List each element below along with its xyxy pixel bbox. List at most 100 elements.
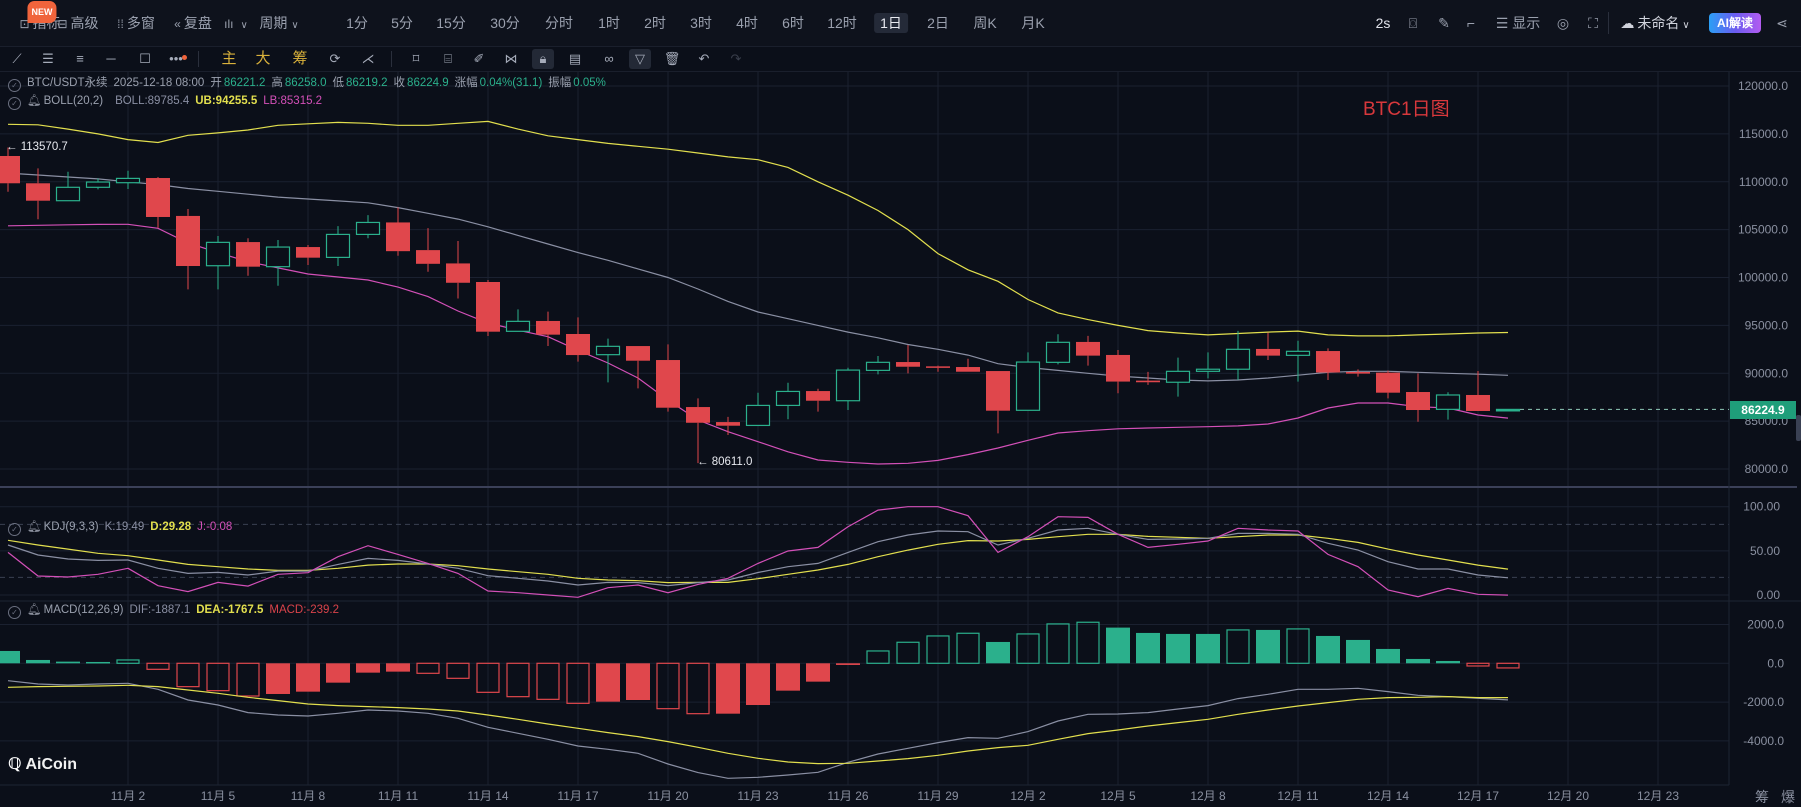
kdj-tick-label: 0.00 xyxy=(1757,588,1781,602)
candle[interactable] xyxy=(1256,332,1280,360)
candle[interactable] xyxy=(0,147,20,192)
candle-body xyxy=(1285,350,1311,356)
candle[interactable] xyxy=(1106,349,1130,394)
candle[interactable] xyxy=(1195,352,1221,379)
last-price-tag: 86224.9 xyxy=(1730,401,1796,419)
field-label: 振幅 xyxy=(548,77,572,89)
candle[interactable] xyxy=(386,207,410,256)
chart-canvas[interactable]: 120000.0 115000.0 110000.0 105000.0 100000.0… xyxy=(0,0,1801,807)
candle[interactable] xyxy=(205,236,231,290)
macd-legend: ✓ 🔔︎ MACD(12,26,9) DIF:-1887.1 DEA:-1767.5 MA… xyxy=(8,602,345,619)
candle[interactable] xyxy=(896,345,920,374)
collapse-icon[interactable]: ✓ xyxy=(8,523,21,536)
boll-legend: ✓ 🔔︎ BOLL(20,2) BOLL:89785.4 UB:94255.5 LB:85… xyxy=(8,93,328,110)
field-label: 开 xyxy=(210,77,222,89)
candle-body xyxy=(1435,394,1461,410)
candle-body xyxy=(0,155,20,184)
candle[interactable] xyxy=(566,317,590,362)
collapse-icon[interactable]: ✓ xyxy=(8,606,21,619)
candle-body xyxy=(716,422,740,426)
candle-body xyxy=(355,221,381,236)
date-tick-label: 11月 11 xyxy=(378,789,419,803)
candle[interactable] xyxy=(416,228,440,272)
chips-button[interactable]: 筹 xyxy=(1755,787,1769,807)
candle-body xyxy=(626,346,650,361)
field-label: 低 xyxy=(332,77,344,89)
candle[interactable] xyxy=(745,392,771,427)
candle-body xyxy=(236,242,260,267)
candle-body xyxy=(1195,368,1221,372)
candle[interactable] xyxy=(1376,370,1400,399)
candle[interactable] xyxy=(1225,330,1251,380)
candle[interactable] xyxy=(626,346,650,389)
candle[interactable] xyxy=(986,371,1010,434)
candle[interactable] xyxy=(505,309,531,332)
candle[interactable] xyxy=(1495,408,1521,412)
date-tick-label: 11月 29 xyxy=(917,789,958,803)
macd-bar xyxy=(1106,627,1130,664)
liquidation-button[interactable]: 爆 xyxy=(1781,787,1795,807)
candle[interactable] xyxy=(686,398,710,464)
candle[interactable] xyxy=(265,240,291,286)
candle[interactable] xyxy=(1045,334,1071,365)
bell-icon[interactable]: 🔔︎ xyxy=(27,521,42,533)
candle[interactable] xyxy=(446,241,470,299)
candle[interactable] xyxy=(325,226,351,267)
macd-bar xyxy=(1046,623,1070,664)
candle[interactable] xyxy=(656,344,680,412)
candle-body xyxy=(1106,354,1130,382)
kdj-tick-label: 50.00 xyxy=(1750,544,1780,558)
symbol-name: BTC/USDT永续 xyxy=(27,77,108,89)
boll-upper-value: UB:94255.5 xyxy=(195,95,258,107)
candle[interactable] xyxy=(956,358,980,372)
candle[interactable] xyxy=(1346,369,1370,377)
candle[interactable] xyxy=(236,238,260,276)
price-axis-scroll-handle[interactable] xyxy=(1796,415,1801,441)
candle[interactable] xyxy=(1466,370,1490,411)
date-tick-label: 12月 2 xyxy=(1010,789,1046,803)
macd-bar xyxy=(776,663,800,691)
candle-body xyxy=(115,177,141,184)
macd-bar xyxy=(266,663,290,694)
candle[interactable] xyxy=(1165,357,1191,397)
macd-bar xyxy=(86,661,110,664)
bell-icon[interactable]: 🔔︎ xyxy=(27,604,42,616)
candle[interactable] xyxy=(1015,352,1041,411)
candle[interactable] xyxy=(1406,373,1430,422)
candle[interactable] xyxy=(775,382,801,420)
candle[interactable] xyxy=(835,367,861,411)
candle[interactable] xyxy=(716,416,740,436)
collapse-icon[interactable]: ✓ xyxy=(8,97,21,110)
price-tick-label: 105000.0 xyxy=(1738,223,1788,237)
macd-tick-label: 2000.0 xyxy=(1747,618,1784,632)
price-tick-label: 120000.0 xyxy=(1738,79,1788,93)
candle[interactable] xyxy=(476,279,500,337)
candle[interactable] xyxy=(865,356,891,375)
candle[interactable] xyxy=(1435,392,1461,420)
candle-body xyxy=(1256,348,1280,356)
bell-icon[interactable]: 🔔︎ xyxy=(27,95,42,107)
candle[interactable] xyxy=(115,170,141,190)
candle[interactable] xyxy=(806,388,830,412)
macd-bar xyxy=(1436,660,1460,664)
time-axis[interactable]: 11月 2 11月 5 11月 8 11月 11 11月 14 11月 17 11月 20 1… xyxy=(111,789,1680,803)
candle[interactable] xyxy=(146,176,170,228)
candle-body xyxy=(1346,372,1370,374)
candle[interactable] xyxy=(1076,335,1100,366)
kdj-legend: ✓ 🔔︎ KDJ(9,3,3) K:19.49 D:29.28 J:-0.08 xyxy=(8,519,238,536)
macd-bar xyxy=(1406,658,1430,664)
macd-bar xyxy=(686,662,710,715)
candle[interactable] xyxy=(355,215,381,239)
collapse-icon[interactable]: ✓ xyxy=(8,79,21,92)
kdj-title: KDJ(9,3,3) xyxy=(43,521,99,533)
candle-body xyxy=(686,407,710,423)
candle-body xyxy=(806,391,830,401)
candle[interactable] xyxy=(926,365,950,372)
macd-bar xyxy=(716,663,740,714)
macd-bar xyxy=(386,663,410,672)
macd-bar xyxy=(1166,633,1190,664)
ohlc-info-line: ✓ BTC/USDT永续 2025-12-18 08:00 开 86221.2 高 8625… xyxy=(8,75,618,92)
candle[interactable] xyxy=(595,338,621,383)
candle[interactable] xyxy=(1316,348,1340,380)
candle[interactable] xyxy=(296,245,320,266)
